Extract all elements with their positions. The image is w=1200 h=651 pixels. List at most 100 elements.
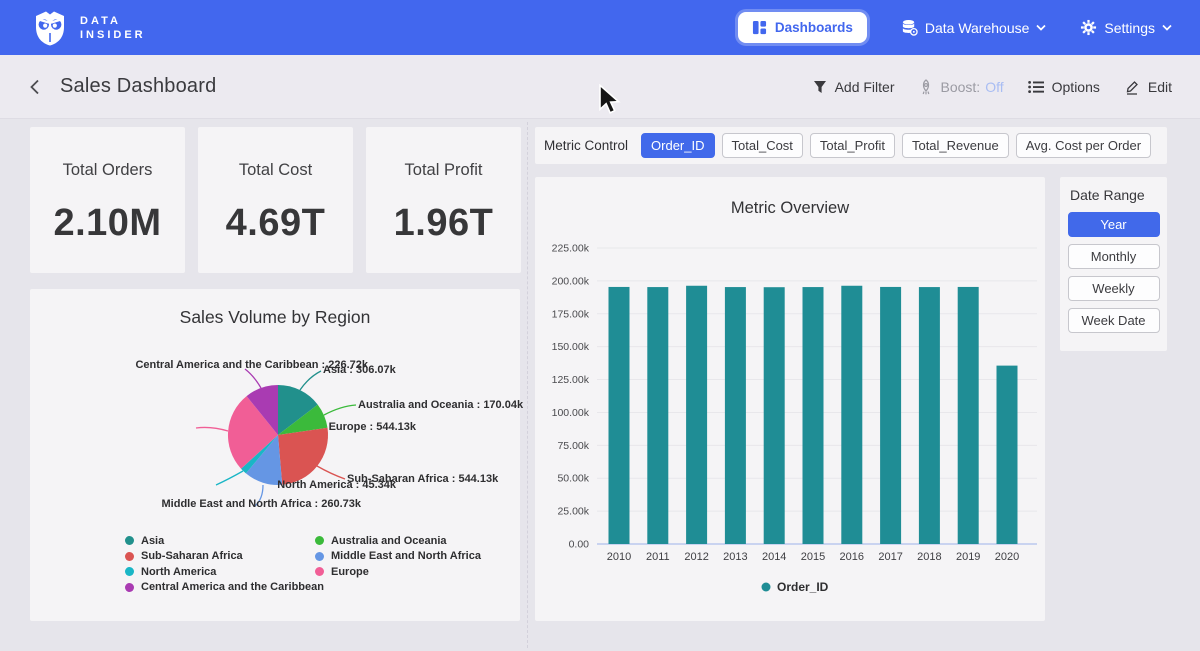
- legend-dot: [125, 536, 134, 545]
- edit-pencil-icon: [1124, 79, 1140, 95]
- legend-dot: [315, 552, 324, 561]
- legend-label: Sub-Saharan Africa: [141, 550, 243, 562]
- y-tick-label: 200.00k: [552, 275, 590, 287]
- legend-label: Central America and the Caribbean: [141, 581, 324, 593]
- dashboards-button[interactable]: Dashboards: [738, 12, 867, 43]
- legend-label: Europe: [331, 566, 369, 578]
- y-tick-label: 100.00k: [552, 407, 590, 419]
- metric-option-avg-cost-per-order[interactable]: Avg. Cost per Order: [1016, 133, 1151, 158]
- bar-2020[interactable]: [997, 366, 1018, 544]
- y-tick-label: 225.00k: [552, 243, 590, 255]
- navbar: DATA INSIDER Dashboards Data Warehouse: [0, 0, 1200, 55]
- x-tick-label: 2015: [801, 551, 825, 563]
- kpi-card-total-orders: Total Orders 2.10M: [30, 127, 185, 273]
- y-tick-label: 150.00k: [552, 341, 590, 353]
- date-range-option-weekly[interactable]: Weekly: [1068, 276, 1160, 301]
- bar-2017[interactable]: [880, 287, 901, 544]
- gear-icon: [1080, 19, 1097, 36]
- legend-item-sub-saharan-africa[interactable]: Sub-Saharan Africa: [125, 549, 315, 565]
- bar-2010[interactable]: [609, 287, 630, 544]
- brand-line2: INSIDER: [80, 28, 146, 42]
- bar-2013[interactable]: [725, 287, 746, 544]
- bar-2016[interactable]: [841, 286, 862, 544]
- legend-item-australia-and-oceania[interactable]: Australia and Oceania: [315, 533, 481, 549]
- add-filter-label: Add Filter: [835, 79, 895, 95]
- boost-toggle[interactable]: Boost: Off: [919, 79, 1004, 95]
- options-button[interactable]: Options: [1028, 79, 1100, 95]
- brand[interactable]: DATA INSIDER: [30, 9, 146, 46]
- y-tick-label: 50.00k: [557, 473, 589, 485]
- back-icon[interactable]: [28, 78, 42, 96]
- y-tick-label: 0.00: [569, 539, 590, 551]
- pie-legend: Asia Sub-Saharan Africa North America Centr…: [125, 533, 481, 595]
- bar-2014[interactable]: [764, 287, 785, 544]
- pie-leader-line: [324, 405, 356, 415]
- legend-label: Middle East and North Africa: [331, 550, 481, 562]
- options-label: Options: [1052, 79, 1100, 95]
- settings-label: Settings: [1104, 20, 1155, 36]
- database-icon: [901, 19, 918, 36]
- metric-control-buttons: Order_ID Total_Cost Total_Profit Total_Reve…: [641, 133, 1158, 158]
- boost-label: Boost:: [941, 79, 981, 95]
- x-tick-label: 2010: [607, 551, 631, 563]
- metric-option-total-profit[interactable]: Total_Profit: [810, 133, 895, 158]
- kpi-label: Total Cost: [239, 161, 312, 180]
- metric-control-bar: Metric Control Order_ID Total_Cost Total_P…: [535, 127, 1167, 164]
- bar-2012[interactable]: [686, 286, 707, 544]
- bar-2019[interactable]: [958, 287, 979, 544]
- x-tick-label: 2019: [956, 551, 980, 563]
- legend-item-europe[interactable]: Europe: [315, 564, 481, 580]
- x-tick-label: 2013: [723, 551, 747, 563]
- legend-dot: [125, 567, 134, 576]
- legend-item-central-america-and-the-caribbean[interactable]: Central America and the Caribbean: [125, 580, 315, 596]
- legend-item-asia[interactable]: Asia: [125, 533, 315, 549]
- pie-leader-line: [196, 427, 228, 431]
- bar-chart: 225.00k200.00k175.00k150.00k125.00k100.0…: [535, 177, 1045, 621]
- date-range-option-year[interactable]: Year: [1068, 212, 1160, 237]
- date-range-option-monthly[interactable]: Monthly: [1068, 244, 1160, 269]
- kpi-value: 4.69T: [226, 202, 326, 245]
- metric-option-order-id[interactable]: Order_ID: [641, 133, 714, 158]
- legend-dot: [315, 567, 324, 576]
- pie-label-middle-east-and-north-africa: Middle East and North Africa : 260.73k: [162, 497, 361, 511]
- date-range-option-week-date[interactable]: Week Date: [1068, 308, 1160, 333]
- bar-2015[interactable]: [803, 287, 824, 544]
- bar-2018[interactable]: [919, 287, 940, 544]
- chevron-down-icon: [1036, 24, 1046, 31]
- add-filter-button[interactable]: Add Filter: [813, 79, 895, 95]
- x-tick-label: 2017: [878, 551, 902, 563]
- y-tick-label: 175.00k: [552, 308, 590, 320]
- kpi-value: 1.96T: [394, 202, 494, 245]
- date-range-buttons: Year Monthly Weekly Week Date: [1067, 212, 1160, 333]
- kpi-label: Total Profit: [405, 161, 483, 180]
- metric-option-total-revenue[interactable]: Total_Revenue: [902, 133, 1009, 158]
- legend-dot: [125, 552, 134, 561]
- x-tick-label: 2014: [762, 551, 786, 563]
- legend-label: North America: [141, 566, 216, 578]
- bar-2011[interactable]: [647, 287, 668, 544]
- date-range-panel: Date Range YearMonthlyWeeklyWeek Date: [1060, 177, 1167, 351]
- settings-menu[interactable]: Settings: [1080, 19, 1172, 36]
- filter-icon: [813, 80, 827, 94]
- kpi-value: 2.10M: [53, 202, 161, 245]
- edit-button[interactable]: Edit: [1124, 79, 1172, 95]
- metric-option-total-cost[interactable]: Total_Cost: [722, 133, 803, 158]
- legend-label: Asia: [141, 535, 164, 547]
- boost-rocket-icon: [919, 79, 933, 95]
- pie-label-central-america-and-the-caribbean: Central America and the Caribbean : 226.…: [135, 358, 368, 372]
- bar-chart-panel: Metric Overview 225.00k200.00k175.00k150…: [535, 177, 1045, 621]
- options-list-icon: [1028, 80, 1044, 94]
- y-tick-label: 75.00k: [557, 440, 589, 452]
- legend-item-middle-east-and-north-africa[interactable]: Middle East and North Africa: [315, 549, 481, 565]
- bar-legend-label[interactable]: Order_ID: [777, 580, 829, 594]
- legend-item-north-america[interactable]: North America: [125, 564, 315, 580]
- x-tick-label: 2011: [646, 551, 670, 563]
- data-warehouse-menu[interactable]: Data Warehouse: [901, 19, 1047, 36]
- dashboard-header: Sales Dashboard Add Filter Boost: Off Op: [0, 55, 1200, 119]
- kpi-label: Total Orders: [63, 161, 153, 180]
- page-title: Sales Dashboard: [60, 75, 216, 98]
- pie-slice-sub-saharan-africa[interactable]: [278, 428, 328, 485]
- metric-control-label: Metric Control: [544, 138, 628, 153]
- pie-label-north-america: North America : 45.34k: [277, 478, 396, 492]
- data-warehouse-label: Data Warehouse: [925, 20, 1030, 36]
